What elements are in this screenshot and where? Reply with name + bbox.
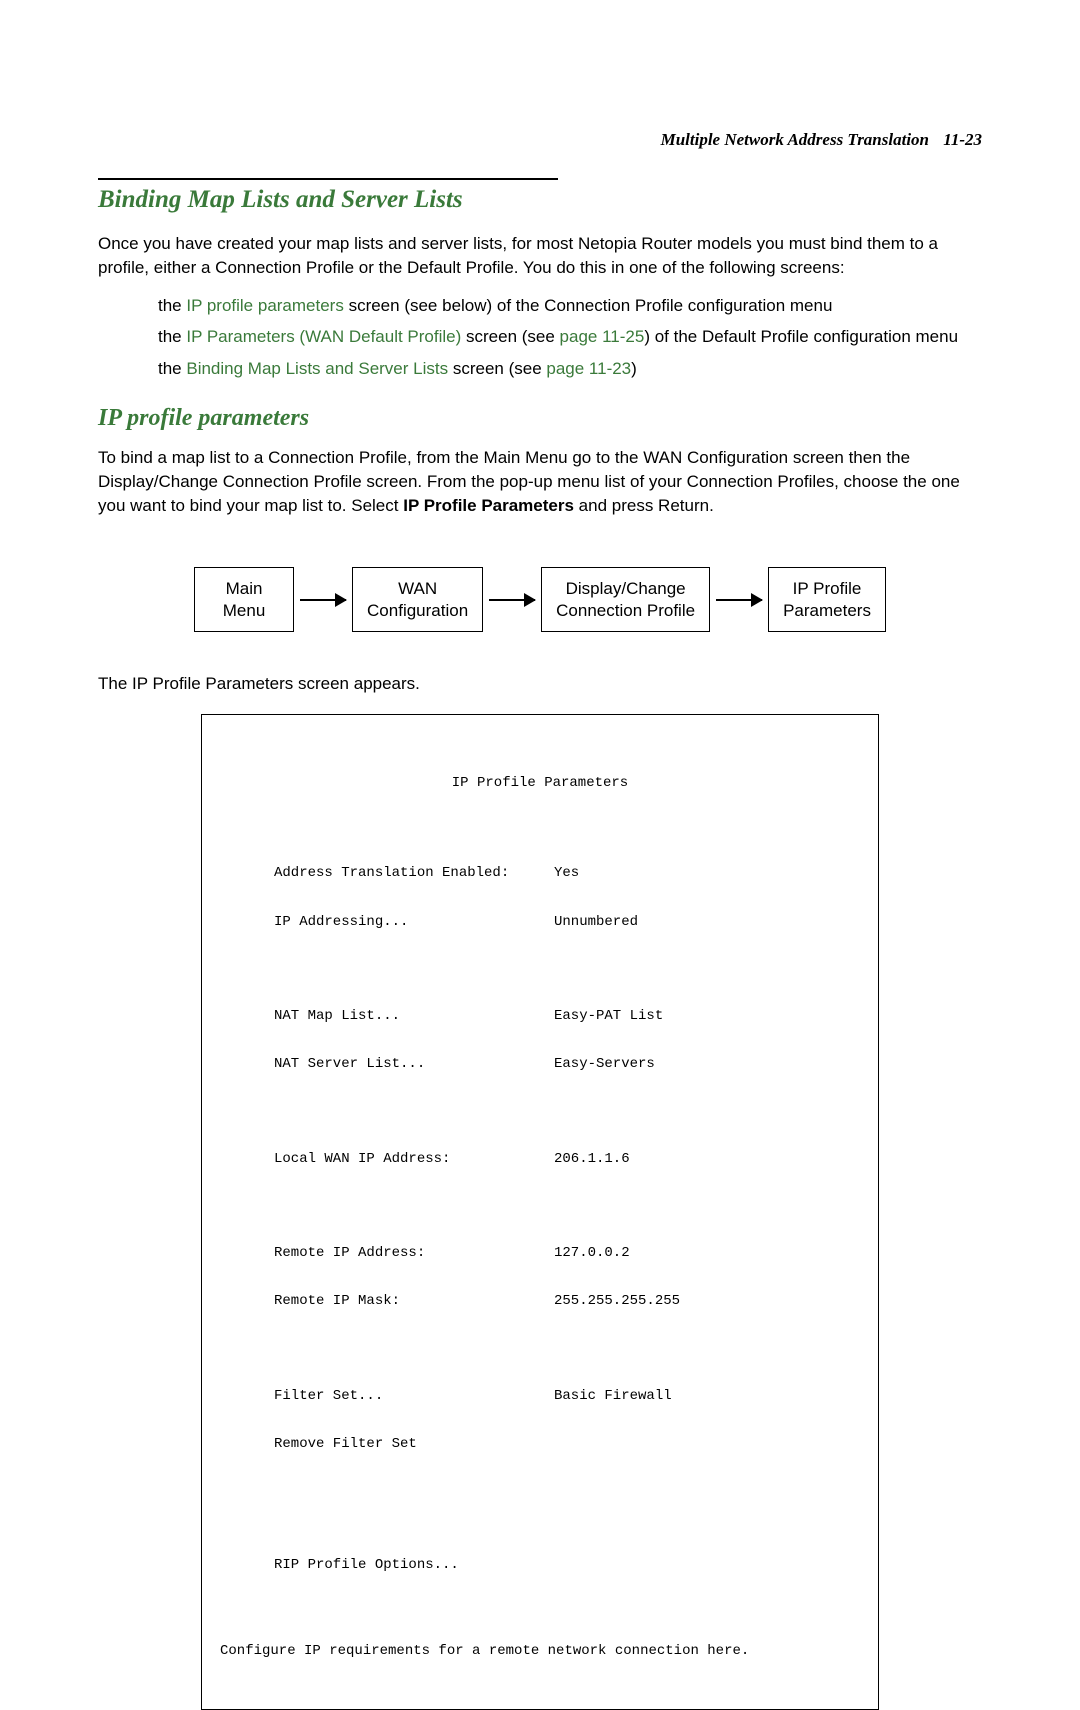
- bullet-item: the IP profile parameters screen (see be…: [158, 294, 982, 318]
- terminal-value: 206.1.1.6: [554, 1151, 860, 1167]
- arrow-icon: [489, 599, 535, 601]
- bullet-item: the Binding Map Lists and Server Lists s…: [158, 357, 982, 381]
- running-header: Multiple Network Address Translation 11-…: [98, 130, 982, 150]
- spacer: [220, 1342, 860, 1356]
- terminal-title: IP Profile Parameters: [220, 775, 860, 791]
- arrow-icon: [300, 599, 346, 601]
- section-rule: [98, 178, 558, 180]
- flow-diagram: Main Menu WAN Configuration Display/Chan…: [98, 567, 982, 632]
- bullet-list: the IP profile parameters screen (see be…: [98, 294, 982, 381]
- terminal-label: Local WAN IP Address:: [220, 1151, 554, 1167]
- text: screen (see: [461, 327, 559, 346]
- section2-para: To bind a map list to a Connection Profi…: [98, 446, 982, 517]
- after-flow-para: The IP Profile Parameters screen appears…: [98, 672, 982, 696]
- terminal-label: Filter Set...: [220, 1388, 554, 1404]
- flow-box-display-change: Display/Change Connection Profile: [541, 567, 710, 632]
- link-ip-profile-parameters[interactable]: IP profile parameters: [186, 296, 343, 315]
- section1-para: Once you have created your map lists and…: [98, 232, 982, 280]
- terminal-label: NAT Map List...: [220, 1008, 554, 1024]
- page-number: 11-23: [943, 130, 982, 149]
- text: ): [631, 359, 637, 378]
- terminal-label: Remove Filter Set: [220, 1436, 554, 1452]
- terminal-label: NAT Server List...: [220, 1056, 554, 1072]
- spacer: [220, 1485, 860, 1525]
- terminal-row: Remote IP Mask:255.255.255.255: [220, 1293, 860, 1309]
- terminal-value: Easy-PAT List: [554, 1008, 860, 1024]
- text: the: [158, 327, 186, 346]
- spacer: [220, 1105, 860, 1119]
- section-heading-ip-profile: IP profile parameters: [98, 405, 982, 432]
- terminal-label: RIP Profile Options...: [220, 1557, 554, 1573]
- bold-text: IP Profile Parameters: [403, 496, 574, 515]
- terminal-value: Easy-Servers: [554, 1056, 860, 1072]
- terminal-row: NAT Server List...Easy-Servers: [220, 1056, 860, 1072]
- terminal-footer: Configure IP requirements for a remote n…: [220, 1643, 860, 1659]
- link-page-11-25[interactable]: page 11-25: [560, 327, 645, 346]
- arrow-icon: [716, 599, 762, 601]
- terminal-label: Remote IP Mask:: [220, 1293, 554, 1309]
- running-title: Multiple Network Address Translation: [661, 130, 929, 149]
- section-heading-binding: Binding Map Lists and Server Lists: [98, 186, 982, 214]
- terminal-label: Remote IP Address:: [220, 1245, 554, 1261]
- terminal-label: IP Addressing...: [220, 914, 554, 930]
- text: the: [158, 359, 186, 378]
- terminal-row: IP Addressing...Unnumbered: [220, 914, 860, 930]
- link-page-11-23[interactable]: page 11-23: [546, 359, 631, 378]
- terminal-row: NAT Map List...Easy-PAT List: [220, 1008, 860, 1024]
- terminal-value: Yes: [554, 865, 860, 881]
- terminal-value: [554, 1436, 860, 1452]
- flow-box-wan-config: WAN Configuration: [352, 567, 483, 632]
- flow-box-ip-profile: IP Profile Parameters: [768, 567, 886, 632]
- terminal-wrap: IP Profile Parameters Address Translatio…: [98, 714, 982, 1710]
- terminal-row: RIP Profile Options...: [220, 1557, 860, 1573]
- terminal-row: Address Translation Enabled:Yes: [220, 865, 860, 881]
- terminal-value: 127.0.0.2: [554, 1245, 860, 1261]
- spacer: [220, 1199, 860, 1213]
- terminal-row: Local WAN IP Address:206.1.1.6: [220, 1151, 860, 1167]
- spacer: [220, 962, 860, 976]
- terminal-row: Remote IP Address:127.0.0.2: [220, 1245, 860, 1261]
- terminal-screen: IP Profile Parameters Address Translatio…: [201, 714, 879, 1710]
- terminal-value: [554, 1557, 860, 1573]
- terminal-row: Filter Set...Basic Firewall: [220, 1388, 860, 1404]
- terminal-value: Basic Firewall: [554, 1388, 860, 1404]
- flow-box-main-menu: Main Menu: [194, 567, 294, 632]
- bullet-item: the IP Parameters (WAN Default Profile) …: [158, 325, 982, 349]
- terminal-label: Address Translation Enabled:: [220, 865, 554, 881]
- text: the: [158, 296, 186, 315]
- text: and press Return.: [574, 496, 714, 515]
- text: screen (see: [448, 359, 546, 378]
- link-ip-parameters-wan[interactable]: IP Parameters (WAN Default Profile): [186, 327, 461, 346]
- page: Multiple Network Address Translation 11-…: [0, 0, 1080, 1397]
- text: screen (see below) of the Connection Pro…: [344, 296, 833, 315]
- terminal-row: Remove Filter Set: [220, 1436, 860, 1452]
- terminal-value: Unnumbered: [554, 914, 860, 930]
- terminal-value: 255.255.255.255: [554, 1293, 860, 1309]
- text: ) of the Default Profile configuration m…: [644, 327, 958, 346]
- link-binding-map-lists[interactable]: Binding Map Lists and Server Lists: [186, 359, 448, 378]
